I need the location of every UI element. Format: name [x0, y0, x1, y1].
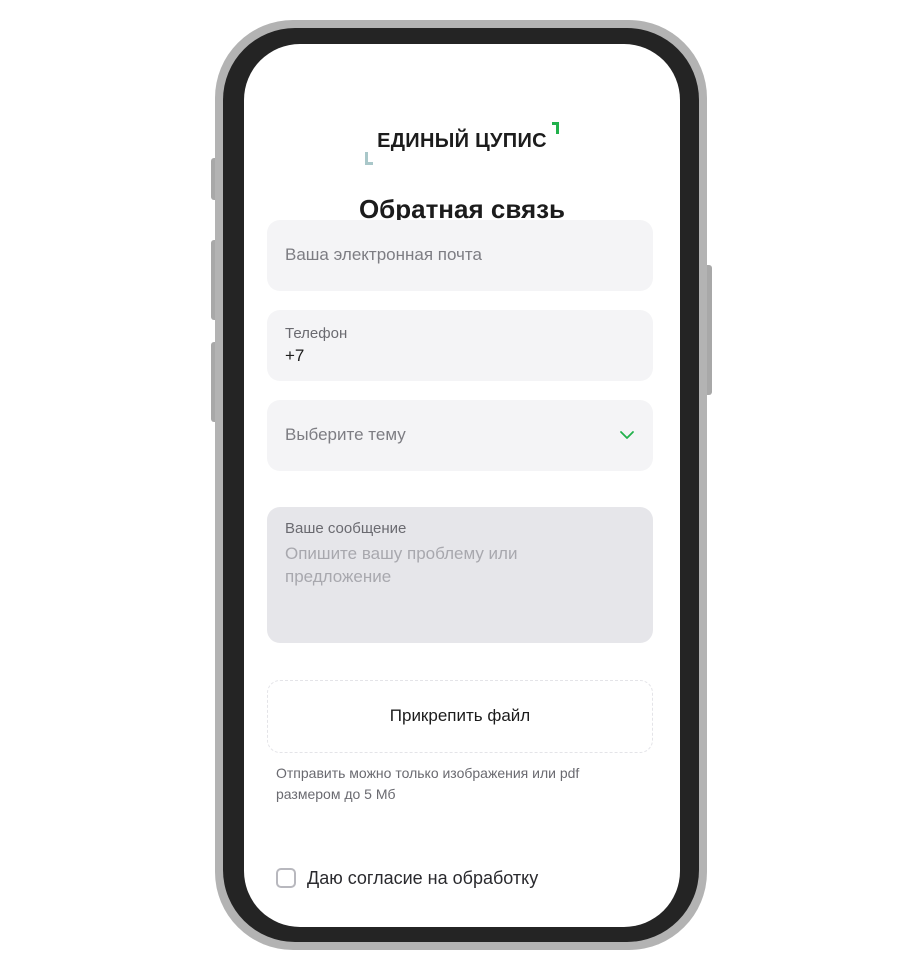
phone-field[interactable]: Телефон +7 [267, 310, 653, 381]
logo-corner-green [551, 122, 559, 134]
consent-checkbox[interactable] [276, 868, 296, 888]
message-label: Ваше сообщение [285, 520, 407, 537]
phone-label: Телефон [285, 325, 348, 342]
email-field[interactable]: Ваша электронная почта [267, 220, 653, 291]
logo: ЕДИНЫЙ ЦУПИС [244, 122, 680, 165]
logo-text: ЕДИНЫЙ ЦУПИС [377, 130, 547, 152]
topic-placeholder: Выберите тему [285, 425, 406, 444]
email-placeholder: Ваша электронная почта [285, 245, 482, 264]
message-placeholder: Опишите вашу проблему или предложение [285, 544, 518, 586]
phone-screen: ЕДИНЫЙ ЦУПИС Обратная связь Ваша электро… [244, 44, 680, 927]
phone-value: +7 [285, 346, 305, 365]
stage: ЕДИНЫЙ ЦУПИС Обратная связь Ваша электро… [0, 0, 924, 972]
chevron-down-icon [620, 431, 634, 439]
consent-label: Даю согласие на обработку [307, 867, 539, 888]
logo-wrap: ЕДИНЫЙ ЦУПИС [365, 122, 559, 165]
logo-corner-grey [365, 152, 374, 165]
attach-hint: Отправить можно только изображения или p… [276, 765, 580, 802]
topic-select[interactable]: Выберите тему [267, 400, 653, 471]
attach-file-button[interactable]: Прикрепить файл [267, 680, 653, 753]
message-textarea[interactable]: Ваше сообщение Опишите вашу проблему или… [267, 507, 653, 643]
consent-row[interactable]: Даю согласие на обработку [276, 866, 538, 890]
